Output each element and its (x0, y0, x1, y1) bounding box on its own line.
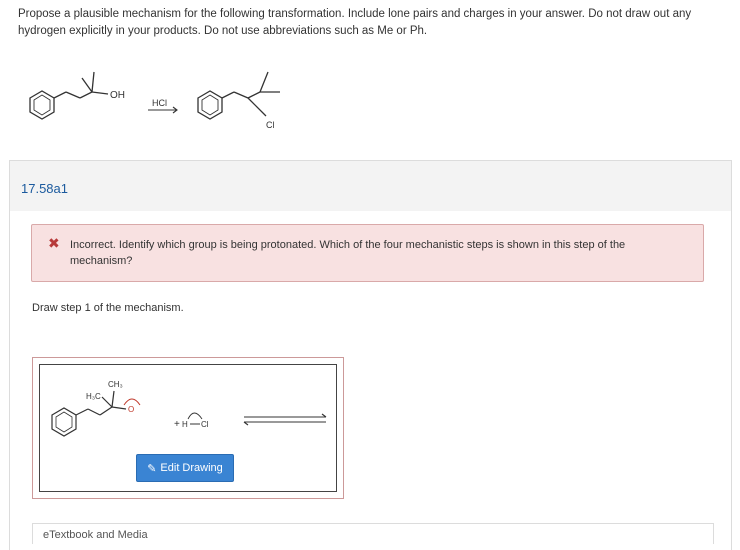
product-cl-label: Cl (266, 120, 275, 130)
part-body: ✖ Incorrect. Identify which group is bei… (9, 210, 732, 550)
close-icon: ✖ (48, 235, 60, 251)
canvas-chlorine-label: Cl (201, 420, 209, 429)
canvas-curved-arrow-hcl (187, 412, 203, 420)
canvas-hydrogen-label: H (182, 420, 188, 429)
reagent-label: HCl (152, 98, 167, 108)
product-benzene-ring (197, 90, 223, 120)
reactant-oh-label: OH (110, 90, 125, 101)
question-text: Propose a plausible mechanism for the fo… (18, 8, 692, 37)
pencil-icon: ✎ (147, 462, 157, 475)
canvas-benzene-ring (51, 407, 77, 437)
edit-drawing-button[interactable]: ✎ Edit Drawing (136, 454, 234, 482)
step-label: Draw step 1 of the mechanism. (32, 302, 184, 314)
canvas-oxygen-label: O (128, 405, 134, 414)
textbook-label: eTextbook and Media (43, 529, 148, 541)
edit-drawing-label: Edit Drawing (160, 462, 223, 474)
reaction-scheme: OH HCl Cl (22, 60, 322, 145)
part-header: 17.58a1 (9, 160, 732, 211)
part-title: 17.58a1 (21, 181, 68, 196)
canvas-ch3-label: CH₃ (108, 380, 123, 389)
feedback-text: Incorrect. Identify which group is being… (70, 239, 626, 267)
equilibrium-arrow (243, 413, 327, 426)
canvas-h3c-label: H₃C (86, 392, 101, 401)
textbook-tab[interactable]: eTextbook and Media (32, 523, 714, 544)
reactant-chain (53, 71, 109, 99)
feedback-banner: ✖ Incorrect. Identify which group is bei… (31, 224, 704, 282)
reactant-benzene-ring (29, 90, 55, 120)
canvas-chain (75, 390, 127, 416)
product-chain (221, 71, 280, 117)
canvas-plus: + (174, 419, 180, 430)
